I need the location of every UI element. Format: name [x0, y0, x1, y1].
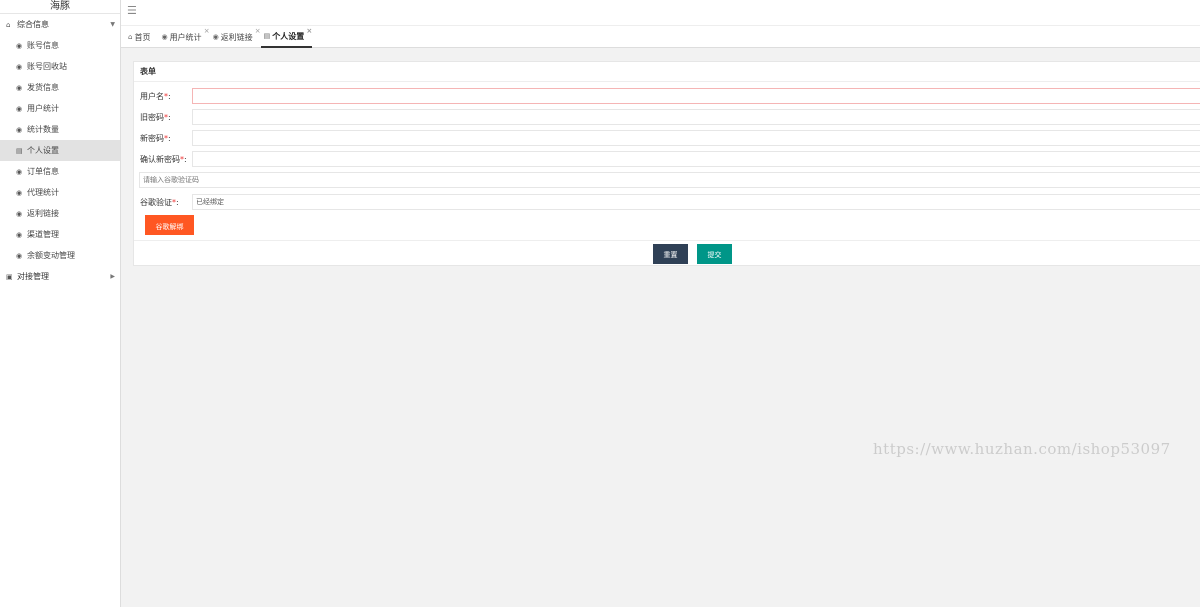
sidebar-item-shipping-info[interactable]: ◉ 发货信息: [0, 77, 120, 98]
sidebar-group-general[interactable]: ⌂ 综合信息 ▼: [0, 14, 120, 35]
old-password-label: 旧密码*:: [140, 113, 171, 122]
username-label: 用户名*:: [140, 92, 171, 101]
panel-title: 表单: [134, 62, 1200, 82]
sidebar-item-personal-settings[interactable]: ▤ 个人设置: [0, 140, 120, 161]
google-unbind-button[interactable]: 谷歌解绑: [145, 215, 194, 235]
user-icon: ◉: [16, 83, 23, 92]
tab-personal-settings[interactable]: ▤ 个人设置 ×: [260, 26, 313, 48]
sidebar-item-label: 发货信息: [27, 83, 59, 92]
confirm-password-row: 确认新密码*:: [134, 151, 1200, 167]
user-icon: ◉: [16, 188, 23, 197]
sidebar-item-balance-changes[interactable]: ◉ 余额变动管理: [0, 245, 120, 266]
username-row: 用户名*:: [134, 88, 1200, 104]
user-icon: ◉: [16, 41, 23, 50]
sidebar-item-label: 代理统计: [27, 188, 59, 197]
sidebar-item-label: 渠道管理: [27, 230, 59, 239]
tab-label: 返利链接: [220, 32, 253, 42]
sidebar-item-stat-count[interactable]: ◉ 统计数量: [0, 119, 120, 140]
tab-user-stats[interactable]: ◉ 用户统计 ×: [158, 26, 209, 48]
reset-button[interactable]: 重置: [653, 244, 688, 264]
close-icon[interactable]: ×: [306, 27, 312, 35]
user-icon: ◉: [16, 230, 23, 239]
confirm-password-label: 确认新密码*:: [140, 155, 187, 164]
sidebar: 海豚 ⌂ 综合信息 ▼ ◉ 账号信息 ◉ 账号回收站 ◉ 发货信息 ◉ 用户统计…: [0, 0, 121, 607]
form-panel: 表单 用户名*: 旧密码*: 新密码*: 确认新密码*: 谷歌验证*: 已经绑定…: [133, 61, 1200, 266]
sidebar-group-label: 综合信息: [17, 20, 49, 29]
watermark-text: https://www.huzhan.com/ishop53097: [873, 440, 1171, 458]
user-icon: ◉: [16, 125, 23, 134]
google-verify-label: 谷歌验证*:: [140, 198, 179, 207]
google-verify-row: 谷歌验证*: 已经绑定: [134, 194, 1200, 210]
tab-label: 用户统计: [169, 32, 202, 42]
user-icon: ◉: [161, 33, 168, 41]
menu-toggle-icon[interactable]: ☰: [127, 4, 137, 17]
sidebar-group-integration[interactable]: ▣ 对接管理 ▶: [0, 266, 120, 287]
sidebar-item-account-info[interactable]: ◉ 账号信息: [0, 35, 120, 56]
tab-home[interactable]: ⌂ 首页: [125, 26, 158, 48]
sidebar-item-label: 统计数量: [27, 125, 59, 134]
user-icon: ◉: [16, 167, 23, 176]
list-icon: ▤: [16, 146, 23, 155]
sidebar-item-user-stats[interactable]: ◉ 用户统计: [0, 98, 120, 119]
new-password-label: 新密码*:: [140, 134, 171, 143]
sidebar-item-channel-management[interactable]: ◉ 渠道管理: [0, 224, 120, 245]
home-icon: ⌂: [128, 33, 133, 41]
google-code-input[interactable]: [139, 172, 1200, 188]
user-icon: ◉: [16, 209, 23, 218]
home-icon: ⌂: [6, 20, 11, 29]
sidebar-item-agent-stats[interactable]: ◉ 代理统计: [0, 182, 120, 203]
new-password-input[interactable]: [192, 130, 1200, 146]
sidebar-group-label: 对接管理: [17, 272, 49, 281]
username-input[interactable]: [192, 88, 1200, 104]
tab-bar: ⌂ 首页 ◉ 用户统计 × ◉ 返利链接 × ▤ 个人设置 ×: [121, 26, 1200, 48]
sidebar-item-label: 订单信息: [27, 167, 59, 176]
app-logo: 海豚: [0, 0, 120, 14]
list-icon: ▤: [263, 32, 271, 40]
sidebar-item-label: 账号回收站: [27, 62, 67, 71]
user-icon: ◉: [212, 33, 219, 41]
old-password-input[interactable]: [192, 109, 1200, 125]
sidebar-item-order-info[interactable]: ◉ 订单信息: [0, 161, 120, 182]
confirm-password-input[interactable]: [192, 151, 1200, 167]
sidebar-item-label: 用户统计: [27, 104, 59, 113]
tab-label: 首页: [134, 32, 151, 42]
sidebar-item-account-recycle[interactable]: ◉ 账号回收站: [0, 56, 120, 77]
caret-right-icon: ▶: [110, 273, 115, 280]
top-bar: ☰: [121, 0, 1200, 26]
form-footer-divider: [134, 240, 1200, 241]
tab-rebate-links[interactable]: ◉ 返利链接 ×: [210, 26, 261, 48]
user-icon: ◉: [16, 251, 23, 260]
sidebar-item-label: 账号信息: [27, 41, 59, 50]
google-verify-status: 已经绑定: [192, 194, 1200, 210]
sidebar-item-label: 个人设置: [27, 146, 59, 155]
old-password-row: 旧密码*:: [134, 109, 1200, 125]
sidebar-item-rebate-links[interactable]: ◉ 返利链接: [0, 203, 120, 224]
sidebar-item-label: 返利链接: [27, 209, 59, 218]
user-icon: ◉: [16, 104, 23, 113]
submit-button[interactable]: 提交: [697, 244, 732, 264]
google-code-row: [134, 172, 1200, 188]
user-icon: ◉: [16, 62, 23, 71]
new-password-row: 新密码*:: [134, 130, 1200, 146]
caret-down-icon: ▼: [110, 21, 115, 28]
tab-label: 个人设置: [272, 31, 305, 41]
image-icon: ▣: [6, 272, 13, 281]
sidebar-item-label: 余额变动管理: [27, 251, 75, 260]
